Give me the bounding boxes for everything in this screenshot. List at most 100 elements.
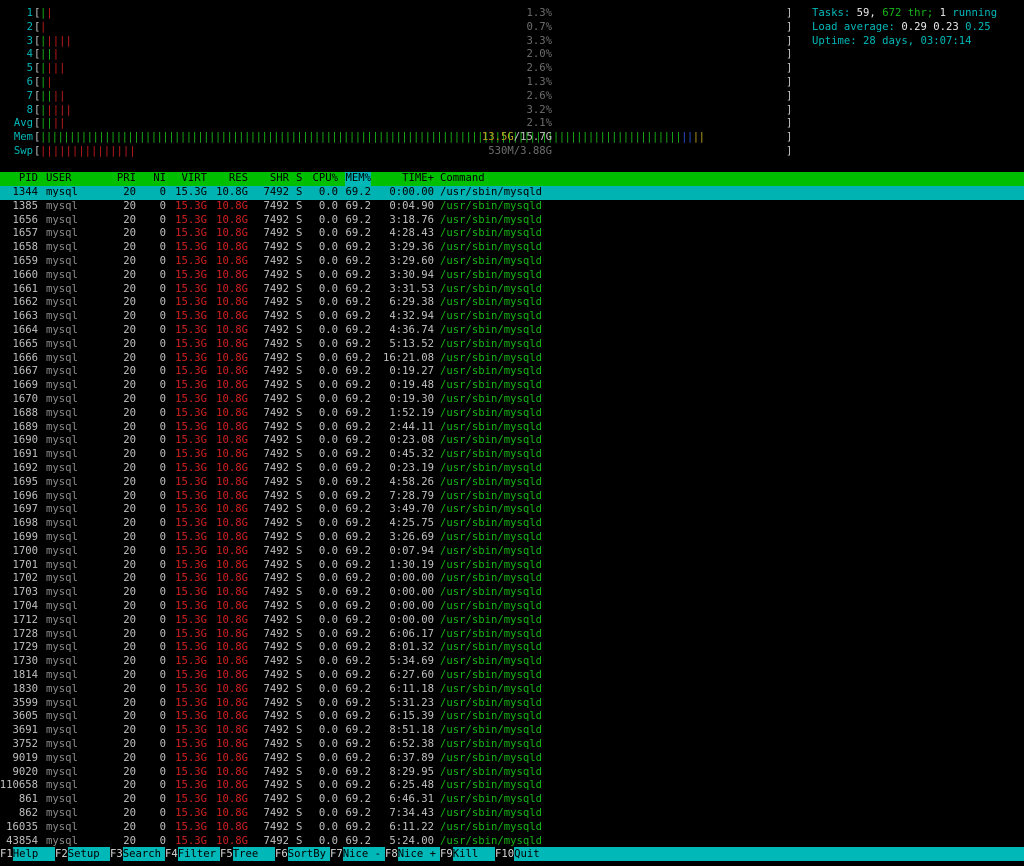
col-user[interactable]: USER xyxy=(46,172,72,186)
user-cell: mysql xyxy=(46,751,78,764)
fkey-help[interactable]: F1Help xyxy=(0,847,55,861)
fkey-nice[interactable]: F7Nice - xyxy=(330,847,385,861)
command-cell: /usr/sbin/mysqld xyxy=(440,489,543,502)
table-row[interactable]: 1667 mysql 20 0 15.3G 10.8G 7492 S 0.0 69.2 0:19.2… xyxy=(0,365,1024,379)
user-cell: mysql xyxy=(46,393,78,405)
table-row[interactable]: 1696 mysql 20 0 15.3G 10.8G 7492 S 0.0 69.2 7:28.7… xyxy=(0,490,1024,504)
nice-cell: 0 xyxy=(159,641,166,654)
cpu-usage-bar: | xyxy=(40,21,46,35)
command-cell: /usr/sbin/mysqld xyxy=(440,186,543,198)
table-row[interactable]: 1702 mysql 20 0 15.3G 10.8G 7492 S 0.0 69.2 0:00.0… xyxy=(0,572,1024,586)
fkey-filter[interactable]: F4Filter xyxy=(165,847,220,861)
res-cell: 10.8G xyxy=(216,669,248,681)
table-row[interactable]: 3752 mysql 20 0 15.3G 10.8G 7492 S 0.0 69.2 6:52.3… xyxy=(0,738,1024,752)
col-shr[interactable]: SHR xyxy=(270,172,289,186)
process-table-header[interactable]: PID USER PRI NI VIRT RES SHR S CPU% MEM%… xyxy=(0,172,1024,186)
table-row[interactable]: 1730 mysql 20 0 15.3G 10.8G 7492 S 0.0 69.2 5:34.6… xyxy=(0,655,1024,669)
fkey-nice[interactable]: F8Nice + xyxy=(385,847,440,861)
table-row[interactable]: 1663 mysql 20 0 15.3G 10.8G 7492 S 0.0 69.2 4:32.9… xyxy=(0,310,1024,324)
command-cell: /usr/sbin/mysqld xyxy=(440,365,543,378)
table-row[interactable]: 1814 mysql 20 0 15.3G 10.8G 7492 S 0.0 69.2 6:27.6… xyxy=(0,669,1024,683)
col-cpu[interactable]: CPU% xyxy=(312,172,338,186)
table-row[interactable]: 1666 mysql 20 0 15.3G 10.8G 7492 S 0.0 69.2 16:21.… xyxy=(0,352,1024,366)
shr-cell: 7492 xyxy=(263,807,289,819)
fkey-sortby[interactable]: F6SortBy xyxy=(275,847,330,861)
fkey-kill[interactable]: F9Kill xyxy=(440,847,495,861)
user-cell: mysql xyxy=(46,531,78,543)
table-row[interactable]: 9020 mysql 20 0 15.3G 10.8G 7492 S 0.0 69.2 8:29.9… xyxy=(0,766,1024,780)
table-row-selected[interactable]: 1344 mysql 20 0 15.3G 10.8G 7492 S 0.0 69.2 0:00.0… xyxy=(0,186,1024,200)
shr-cell: 7492 xyxy=(263,517,289,530)
table-row[interactable]: 1661 mysql 20 0 15.3G 10.8G 7492 S 0.0 69.2 3:31.5… xyxy=(0,283,1024,297)
table-row[interactable]: 3605 mysql 20 0 15.3G 10.8G 7492 S 0.0 69.2 6:15.3… xyxy=(0,710,1024,724)
time-cell: 0:00.00 xyxy=(389,186,434,198)
col-virt[interactable]: VIRT xyxy=(181,172,207,186)
col-res[interactable]: RES xyxy=(229,172,248,186)
table-row[interactable]: 1830 mysql 20 0 15.3G 10.8G 7492 S 0.0 69.2 6:11.1… xyxy=(0,683,1024,697)
table-row[interactable]: 1695 mysql 20 0 15.3G 10.8G 7492 S 0.0 69.2 4:58.2… xyxy=(0,476,1024,490)
virt-cell: 15.3G xyxy=(175,572,207,585)
table-row[interactable]: 1658 mysql 20 0 15.3G 10.8G 7492 S 0.0 69.2 3:29.3… xyxy=(0,241,1024,255)
table-row[interactable]: 1690 mysql 20 0 15.3G 10.8G 7492 S 0.0 69.2 0:23.0… xyxy=(0,434,1024,448)
table-row[interactable]: 1688 mysql 20 0 15.3G 10.8G 7492 S 0.0 69.2 1:52.1… xyxy=(0,407,1024,421)
state-cell: S xyxy=(296,379,303,392)
fkey-search[interactable]: F3Search xyxy=(110,847,165,861)
table-row[interactable]: 1665 mysql 20 0 15.3G 10.8G 7492 S 0.0 69.2 5:13.5… xyxy=(0,338,1024,352)
table-row[interactable]: 1729 mysql 20 0 15.3G 10.8G 7492 S 0.0 69.2 8:01.3… xyxy=(0,641,1024,655)
fkey-tree[interactable]: F5Tree xyxy=(220,847,275,861)
time-cell: 6:29.38 xyxy=(389,296,434,309)
table-row[interactable]: 1700 mysql 20 0 15.3G 10.8G 7492 S 0.0 69.2 0:07.9… xyxy=(0,545,1024,559)
function-key-bar[interactable]: F1Help F2Setup F3Search F4Filter F5Tree F6Sor… xyxy=(0,847,1024,861)
col-state[interactable]: S xyxy=(296,172,302,186)
pid-cell: 1663 xyxy=(12,310,38,323)
command-cell: /usr/sbin/mysqld xyxy=(440,627,543,640)
table-row[interactable]: 1691 mysql 20 0 15.3G 10.8G 7492 S 0.0 69.2 0:45.3… xyxy=(0,448,1024,462)
table-row[interactable]: 1670 mysql 20 0 15.3G 10.8G 7492 S 0.0 69.2 0:19.3… xyxy=(0,393,1024,407)
cpu-cell: 0.0 xyxy=(318,710,338,723)
table-row[interactable]: 1664 mysql 20 0 15.3G 10.8G 7492 S 0.0 69.2 4:36.7… xyxy=(0,324,1024,338)
table-row[interactable]: 1703 mysql 20 0 15.3G 10.8G 7492 S 0.0 69.2 0:00.0… xyxy=(0,586,1024,600)
col-mem-sorted[interactable]: MEM% xyxy=(345,172,371,186)
virt-cell: 15.3G xyxy=(175,655,207,668)
table-row[interactable]: 1656 mysql 20 0 15.3G 10.8G 7492 S 0.0 69.2 3:18.7… xyxy=(0,214,1024,228)
pid-cell: 1344 xyxy=(12,186,38,198)
cpu-cell: 0.0 xyxy=(318,820,338,833)
fkey-setup[interactable]: F2Setup xyxy=(55,847,110,861)
table-row[interactable]: 1385 mysql 20 0 15.3G 10.8G 7492 S 0.0 69.2 0:04.9… xyxy=(0,200,1024,214)
table-row[interactable]: 1701 mysql 20 0 15.3G 10.8G 7492 S 0.0 69.2 1:30.1… xyxy=(0,559,1024,573)
table-row[interactable]: 9019 mysql 20 0 15.3G 10.8G 7492 S 0.0 69.2 6:37.8… xyxy=(0,752,1024,766)
table-row[interactable]: 861 mysql 20 0 15.3G 10.8G 7492 S 0.0 69.2 6:46.31… xyxy=(0,793,1024,807)
table-row[interactable]: 1660 mysql 20 0 15.3G 10.8G 7492 S 0.0 69.2 3:30.9… xyxy=(0,269,1024,283)
fkey-quit[interactable]: F10Quit xyxy=(495,847,1024,861)
table-row[interactable]: 1704 mysql 20 0 15.3G 10.8G 7492 S 0.0 69.2 0:00.0… xyxy=(0,600,1024,614)
table-row[interactable]: 1657 mysql 20 0 15.3G 10.8G 7492 S 0.0 69.2 4:28.4… xyxy=(0,227,1024,241)
table-row[interactable]: 1689 mysql 20 0 15.3G 10.8G 7492 S 0.0 69.2 2:44.1… xyxy=(0,421,1024,435)
state-cell: S xyxy=(296,669,303,681)
pid-cell: 1703 xyxy=(12,586,38,599)
table-row[interactable]: 3691 mysql 20 0 15.3G 10.8G 7492 S 0.0 69.2 8:51.1… xyxy=(0,724,1024,738)
col-pri[interactable]: PRI xyxy=(117,172,136,186)
mem-cell: 69.2 xyxy=(345,765,371,778)
col-time[interactable]: TIME+ xyxy=(402,172,434,186)
table-row[interactable]: 1698 mysql 20 0 15.3G 10.8G 7492 S 0.0 69.2 4:25.7… xyxy=(0,517,1024,531)
table-row[interactable]: 1699 mysql 20 0 15.3G 10.8G 7492 S 0.0 69.2 3:26.6… xyxy=(0,531,1024,545)
table-row[interactable]: 1692 mysql 20 0 15.3G 10.8G 7492 S 0.0 69.2 0:23.1… xyxy=(0,462,1024,476)
col-pid[interactable]: PID xyxy=(19,172,38,186)
table-row[interactable]: 16035 mysql 20 0 15.3G 10.8G 7492 S 0.0 69.2 6:11.… xyxy=(0,821,1024,835)
table-row[interactable]: 1697 mysql 20 0 15.3G 10.8G 7492 S 0.0 69.2 3:49.7… xyxy=(0,503,1024,517)
time-cell: 3:18.76 xyxy=(389,213,434,226)
table-row[interactable]: 3599 mysql 20 0 15.3G 10.8G 7492 S 0.0 69.2 5:31.2… xyxy=(0,697,1024,711)
nice-cell: 0 xyxy=(159,186,166,198)
table-row[interactable]: 1669 mysql 20 0 15.3G 10.8G 7492 S 0.0 69.2 0:19.4… xyxy=(0,379,1024,393)
table-row[interactable]: 110658 mysql 20 0 15.3G 10.8G 7492 S 0.0 69.2 6:25… xyxy=(0,779,1024,793)
meter-close-bracket: ] xyxy=(786,131,793,144)
table-row[interactable]: 1712 mysql 20 0 15.3G 10.8G 7492 S 0.0 69.2 0:00.0… xyxy=(0,614,1024,628)
cpu-cell: 0.0 xyxy=(318,558,338,571)
table-row[interactable]: 862 mysql 20 0 15.3G 10.8G 7492 S 0.0 69.2 7:34.43… xyxy=(0,807,1024,821)
meter-close-bracket: ] xyxy=(786,34,793,47)
col-ni[interactable]: NI xyxy=(153,172,166,186)
table-row[interactable]: 1659 mysql 20 0 15.3G 10.8G 7492 S 0.0 69.2 3:29.6… xyxy=(0,255,1024,269)
table-row[interactable]: 1662 mysql 20 0 15.3G 10.8G 7492 S 0.0 69.2 6:29.3… xyxy=(0,296,1024,310)
col-command[interactable]: Command xyxy=(440,172,485,186)
table-row[interactable]: 1728 mysql 20 0 15.3G 10.8G 7492 S 0.0 69.2 6:06.1… xyxy=(0,628,1024,642)
